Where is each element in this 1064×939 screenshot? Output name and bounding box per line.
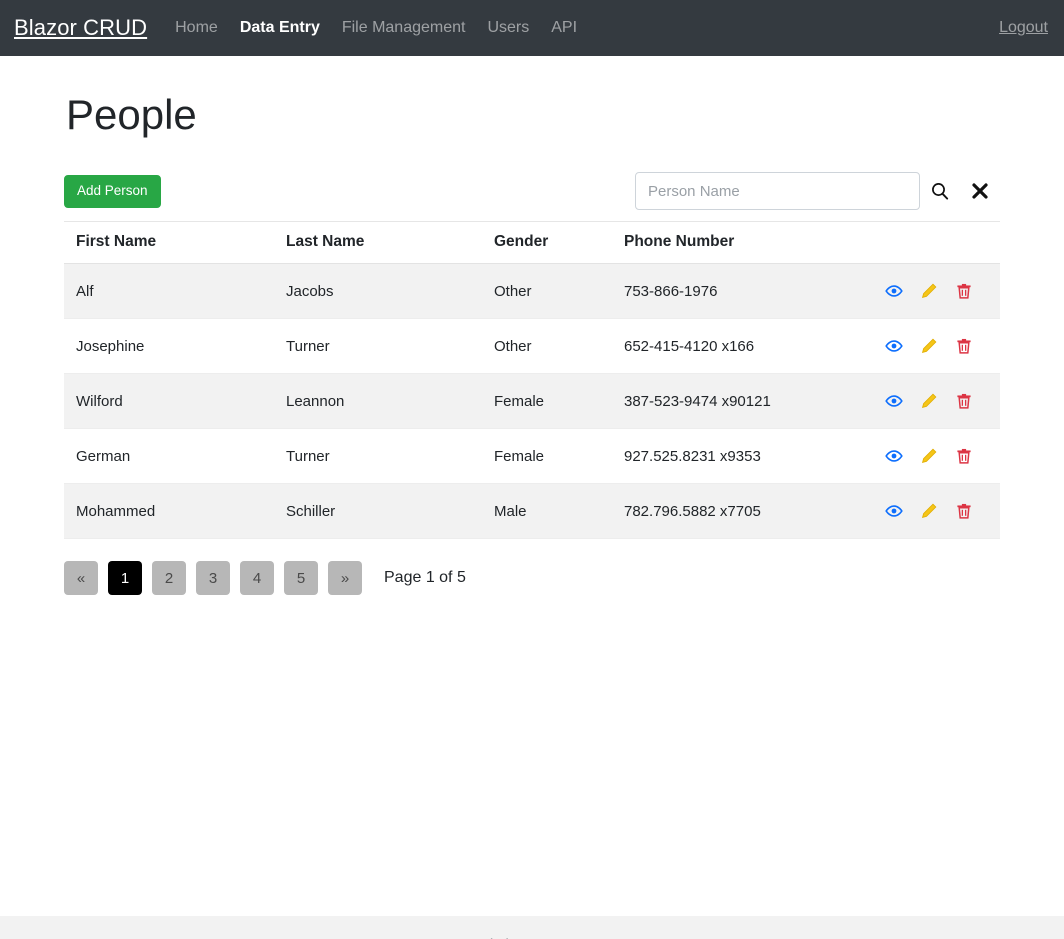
close-icon xyxy=(972,183,988,199)
page-button-2[interactable]: 2 xyxy=(152,561,186,596)
search-icon xyxy=(932,183,949,200)
cell-phone: 927.525.8231 x9353 xyxy=(612,428,867,485)
logout-link[interactable]: Logout xyxy=(999,19,1048,37)
edit-button[interactable] xyxy=(920,447,938,465)
cell-first-name: German xyxy=(64,428,274,485)
page-button-3[interactable]: 3 xyxy=(196,561,230,596)
table-toolbar: Add Person xyxy=(64,170,1000,214)
column-header-first-name: First Name xyxy=(64,221,274,265)
table-row: Josephine Turner Other 652-415-4120 x166 xyxy=(64,318,1000,375)
cell-last-name: Schiller xyxy=(274,483,482,540)
cell-first-name: Alf xyxy=(64,263,274,320)
table-body: Alf Jacobs Other 753-866-1976 Josephine … xyxy=(64,263,1000,540)
view-button[interactable] xyxy=(885,502,903,520)
eye-icon xyxy=(885,340,903,352)
delete-button[interactable] xyxy=(955,447,973,465)
page-button-1[interactable]: 1 xyxy=(108,561,142,596)
page-last-button[interactable]: » xyxy=(328,561,362,596)
pencil-icon xyxy=(921,283,937,299)
cell-actions xyxy=(867,373,1000,430)
trash-icon xyxy=(957,339,971,354)
pencil-icon xyxy=(921,448,937,464)
delete-button[interactable] xyxy=(955,392,973,410)
cell-first-name: Mohammed xyxy=(64,483,274,540)
table-row: Alf Jacobs Other 753-866-1976 xyxy=(64,263,1000,320)
cell-gender: Female xyxy=(482,373,612,430)
trash-icon xyxy=(957,284,971,299)
trash-icon xyxy=(957,504,971,519)
pencil-icon xyxy=(921,338,937,354)
cell-actions xyxy=(867,263,1000,320)
eye-icon xyxy=(885,450,903,462)
view-button[interactable] xyxy=(885,392,903,410)
people-table: First Name Last Name Gender Phone Number… xyxy=(64,221,1000,540)
page-title: People xyxy=(66,91,197,138)
cell-first-name: Josephine xyxy=(64,318,274,375)
column-header-phone: Phone Number xyxy=(612,221,867,265)
cell-phone: 387-523-9474 x90121 xyxy=(612,373,867,430)
pencil-icon xyxy=(921,503,937,519)
edit-button[interactable] xyxy=(920,282,938,300)
eye-icon xyxy=(885,395,903,407)
pagination: « 1 2 3 4 5 » Page 1 of 5 xyxy=(64,561,1000,596)
cell-first-name: Wilford xyxy=(64,373,274,430)
cell-gender: Other xyxy=(482,318,612,375)
cell-actions xyxy=(867,428,1000,485)
clear-search-button[interactable] xyxy=(960,172,1000,210)
cell-actions xyxy=(867,318,1000,375)
view-button[interactable] xyxy=(885,337,903,355)
table-head: First Name Last Name Gender Phone Number xyxy=(64,221,1000,265)
cell-gender: Male xyxy=(482,483,612,540)
navbar-brand[interactable]: Blazor CRUD xyxy=(14,17,147,39)
top-navbar: Blazor CRUD Home Data Entry File Managem… xyxy=(0,0,1064,56)
cell-phone: 652-415-4120 x166 xyxy=(612,318,867,375)
table-row: Mohammed Schiller Male 782.796.5882 x770… xyxy=(64,483,1000,540)
pencil-icon xyxy=(921,393,937,409)
delete-button[interactable] xyxy=(955,337,973,355)
navbar-links: Home Data Entry File Management Users AP… xyxy=(175,20,999,36)
cell-last-name: Turner xyxy=(274,318,482,375)
delete-button[interactable] xyxy=(955,502,973,520)
edit-button[interactable] xyxy=(920,392,938,410)
cell-gender: Female xyxy=(482,428,612,485)
trash-icon xyxy=(957,394,971,409)
eye-icon xyxy=(885,505,903,517)
column-header-gender: Gender xyxy=(482,221,612,265)
delete-button[interactable] xyxy=(955,282,973,300)
view-button[interactable] xyxy=(885,282,903,300)
search-group xyxy=(635,172,1000,211)
pagination-status: Page 1 of 5 xyxy=(384,569,466,587)
cell-last-name: Leannon xyxy=(274,373,482,430)
nav-link-home[interactable]: Home xyxy=(175,20,218,36)
column-header-actions xyxy=(867,221,1000,265)
trash-icon xyxy=(957,449,971,464)
view-button[interactable] xyxy=(885,447,903,465)
table-row: German Turner Female 927.525.8231 x9353 xyxy=(64,428,1000,485)
page-first-button[interactable]: « xyxy=(64,561,98,596)
search-button[interactable] xyxy=(920,172,960,210)
cell-last-name: Turner xyxy=(274,428,482,485)
column-header-last-name: Last Name xyxy=(274,221,482,265)
nav-link-file-management[interactable]: File Management xyxy=(342,20,466,36)
nav-link-users[interactable]: Users xyxy=(487,20,529,36)
add-person-button[interactable]: Add Person xyxy=(64,174,161,208)
page-button-5[interactable]: 5 xyxy=(284,561,318,596)
cell-phone: 782.796.5882 x7705 xyxy=(612,483,867,540)
cell-gender: Other xyxy=(482,263,612,320)
nav-link-data-entry[interactable]: Data Entry xyxy=(240,20,320,36)
page-footer: © Beckshome.com 2022 xyxy=(0,916,1064,939)
edit-button[interactable] xyxy=(920,337,938,355)
nav-link-api[interactable]: API xyxy=(551,20,577,36)
search-input[interactable] xyxy=(635,172,920,211)
page-button-4[interactable]: 4 xyxy=(240,561,274,596)
cell-actions xyxy=(867,483,1000,540)
table-header-row: First Name Last Name Gender Phone Number xyxy=(64,221,1000,265)
page-content: People Add Person First Name La xyxy=(0,91,1064,916)
edit-button[interactable] xyxy=(920,502,938,520)
eye-icon xyxy=(885,285,903,297)
table-row: Wilford Leannon Female 387-523-9474 x901… xyxy=(64,373,1000,430)
cell-last-name: Jacobs xyxy=(274,263,482,320)
cell-phone: 753-866-1976 xyxy=(612,263,867,320)
